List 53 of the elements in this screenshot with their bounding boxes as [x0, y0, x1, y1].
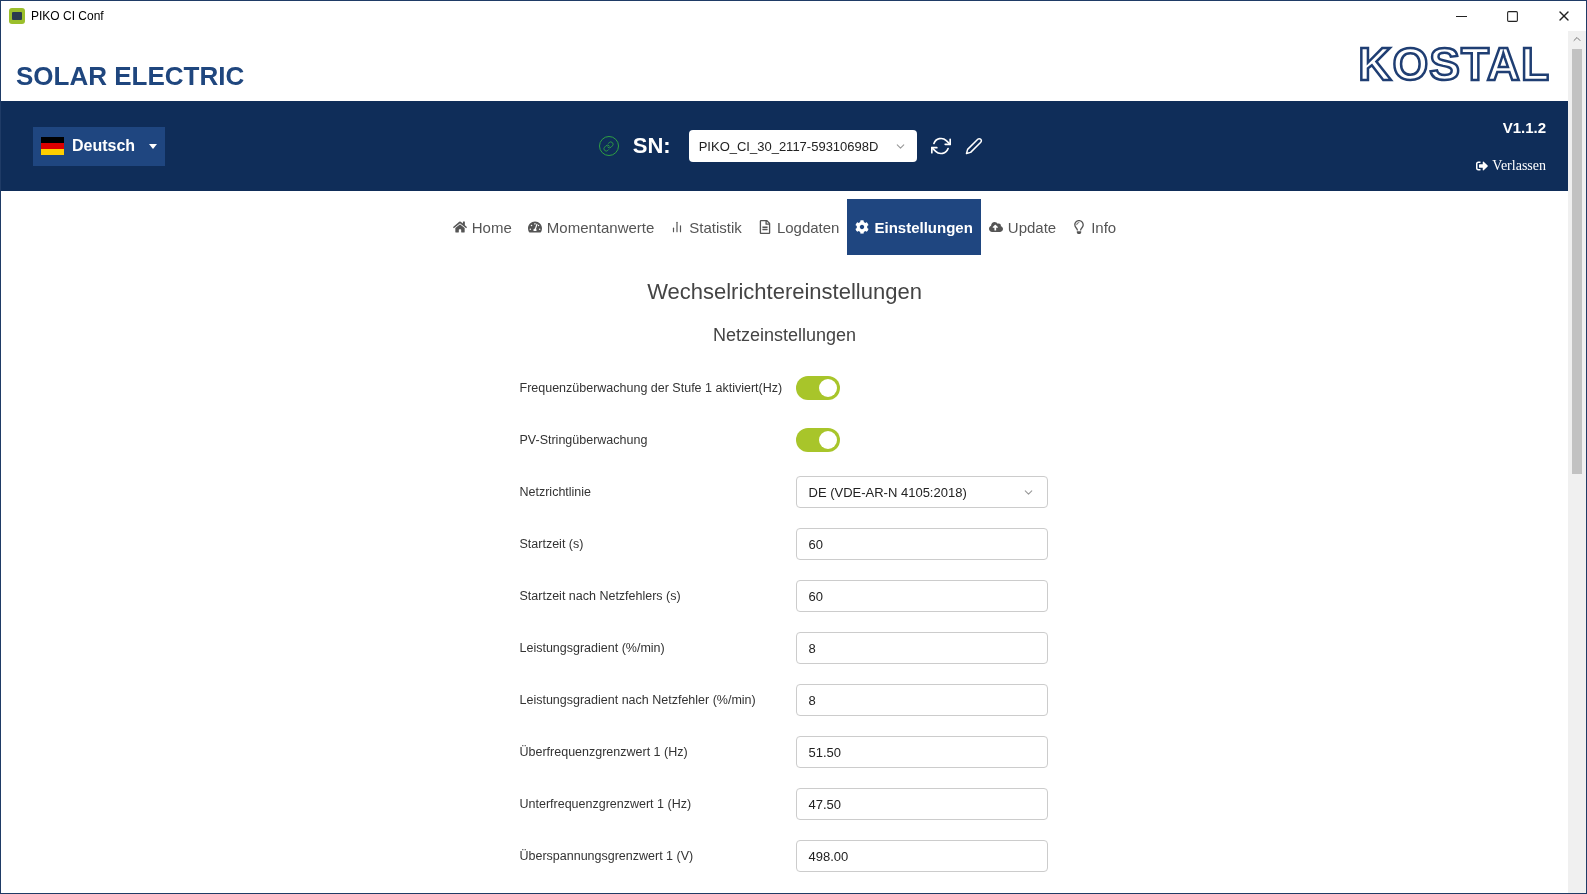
- caret-icon: [149, 143, 158, 149]
- page-title: Wechselrichtereinstellungen: [646, 279, 923, 305]
- setting-label: Startzeit (s): [519, 535, 585, 553]
- edit-icon[interactable]: [964, 137, 983, 155]
- setting-label: Unterfrequenzgrenzwert 1 (Hz): [519, 795, 693, 813]
- nav-tab[interactable]: Momentanwerte: [519, 199, 663, 255]
- serial-select[interactable]: PIKO_CI_30_2117-59310698D: [688, 130, 917, 162]
- setting-label: Startzeit nach Netzfehlers (s): [519, 587, 682, 605]
- input-field[interactable]: 8: [795, 632, 1048, 664]
- setting-label: Frequenzüberwachung der Stufe 1 aktiviert(Hz): [519, 379, 784, 397]
- nav-tab[interactable]: Logdaten: [749, 199, 848, 255]
- language-dropdown[interactable]: Deutsch: [33, 126, 166, 166]
- setting-label: Überspannungsgrenzwert 1 (V): [519, 847, 695, 865]
- setting-label: PV-Stringüberwachung: [519, 431, 649, 449]
- flag-icon: [41, 137, 64, 155]
- lightbulb-icon: [1072, 220, 1087, 234]
- setting-label: Überfrequenzgrenzwert 1 (Hz): [519, 743, 689, 761]
- refresh-icon[interactable]: [930, 136, 951, 156]
- exit-icon: [1476, 159, 1489, 172]
- cloud-upload-icon: [988, 220, 1003, 234]
- scroll-thumb[interactable]: [1572, 49, 1582, 474]
- setting-label: Leistungsgradient (%/min): [519, 639, 666, 657]
- app-icon: [9, 8, 25, 24]
- input-field[interactable]: 498.00: [795, 840, 1048, 872]
- window-title: PIKO CI Conf: [31, 9, 105, 23]
- toggle-switch[interactable]: [795, 376, 840, 400]
- minimize-icon: [1456, 15, 1467, 17]
- version-text: V1.1.2: [1502, 118, 1546, 136]
- input-field[interactable]: 60: [795, 528, 1048, 560]
- gauge-icon: [527, 220, 542, 234]
- gear-icon: [855, 220, 870, 234]
- nav-tab[interactable]: Info: [1064, 199, 1125, 255]
- toggle-switch[interactable]: [795, 428, 840, 452]
- setting-label: Leistungsgradient nach Netzfehler (%/min): [519, 691, 757, 709]
- maximize-icon: [1506, 9, 1519, 23]
- nav-tab[interactable]: Home: [444, 199, 520, 255]
- nav-tab[interactable]: Update: [980, 199, 1065, 255]
- nav-tab[interactable]: Statistik: [662, 199, 750, 255]
- input-field[interactable]: 47.50: [795, 788, 1048, 820]
- input-field[interactable]: 8: [795, 684, 1048, 716]
- input-field[interactable]: 51.50: [795, 736, 1048, 768]
- document-icon: [757, 220, 772, 234]
- sn-label: SN:: [632, 133, 671, 159]
- brand-title: SOLAR ELECTRIC: [16, 61, 245, 92]
- exit-link[interactable]: Verlassen: [1476, 157, 1546, 174]
- nav-tab[interactable]: Einstellungen: [847, 199, 981, 255]
- section-title: Netzeinstellungen: [711, 325, 858, 346]
- select-field[interactable]: DE (VDE-AR-N 4105:2018): [795, 476, 1048, 508]
- logo: KOSTAL: [1358, 41, 1550, 87]
- scrollbar[interactable]: [1568, 31, 1586, 893]
- setting-label: Netzrichtlinie: [519, 483, 593, 501]
- home-icon: [452, 220, 467, 234]
- input-field[interactable]: 60: [795, 580, 1048, 612]
